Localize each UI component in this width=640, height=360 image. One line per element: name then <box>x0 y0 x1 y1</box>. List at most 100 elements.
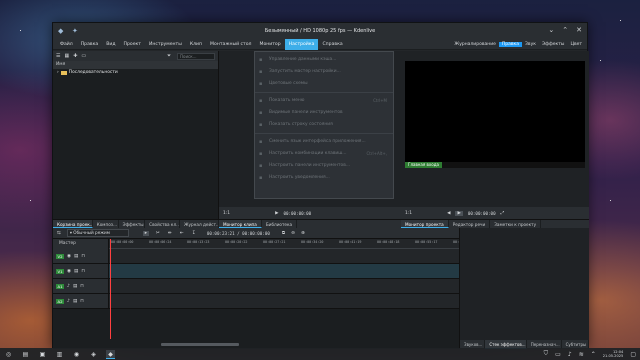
target-icon[interactable]: ▤ <box>73 284 77 289</box>
playhead[interactable] <box>110 239 111 339</box>
project-monitor-video[interactable] <box>405 61 585 162</box>
track-header[interactable]: A1 ♪ ▤ ⊓ <box>53 279 109 293</box>
tab-project-bin[interactable]: Корзина проек... <box>53 220 93 228</box>
mute-icon[interactable]: ♪ <box>67 284 70 289</box>
add-clip-icon[interactable]: ✚ <box>73 53 77 59</box>
settings-menu-item[interactable]: ▪ Запустить мастер настройки... <box>255 66 393 78</box>
tab-undo-history[interactable]: Журнал дейст... <box>180 220 219 228</box>
grid-icon[interactable]: ▦ <box>64 53 69 59</box>
snap-icon[interactable]: ⧉ <box>282 230 285 236</box>
timeline-scrollbar[interactable] <box>161 343 239 346</box>
menu-settings[interactable]: Настройка <box>284 38 319 50</box>
layout-editing[interactable]: Правка <box>498 42 523 47</box>
track-header[interactable]: A2 ♪ ▤ ⊓ <box>53 294 109 308</box>
play-icon[interactable]: ▶ <box>455 210 463 216</box>
menu-icon[interactable]: ⇆ <box>57 231 61 236</box>
settings-menu-item[interactable]: ▪ Настроить панели инструментов... <box>255 160 393 172</box>
mute-icon[interactable]: ♪ <box>67 299 70 304</box>
title-bar[interactable]: ◆ ✦ Безымянный / HD 1080p 25 fps — Kdenl… <box>53 23 587 39</box>
lock-icon[interactable]: ⊓ <box>81 269 85 274</box>
clip-timecode[interactable]: 00:00:00:00 <box>283 211 311 216</box>
track-header[interactable]: V2 ◉ ▤ ⊓ <box>53 249 109 263</box>
settings-menu-item[interactable]: ▪ Показать строку состояния <box>255 119 393 131</box>
target-icon[interactable]: ▤ <box>73 299 77 304</box>
menu-help[interactable]: Справка <box>318 39 346 50</box>
tab-speech-editor[interactable]: Редактор речи <box>449 220 491 228</box>
track-area[interactable] <box>109 294 459 308</box>
target-icon[interactable]: ▤ <box>74 254 78 259</box>
timeline-ruler[interactable]: 00:00:00:00 00:00:06:24 00:00:13:23 00:00:2… <box>109 239 475 339</box>
select-tool-icon[interactable]: ▸ <box>142 230 149 236</box>
track-area[interactable] <box>109 279 459 293</box>
pager-icon[interactable]: ▤ <box>21 350 30 359</box>
settings-menu-item[interactable]: ▪ Показать меню Ctrl+M <box>255 95 393 107</box>
layout-color[interactable]: Цвет <box>567 42 585 47</box>
track-name[interactable]: V1 <box>56 268 65 274</box>
tab-library[interactable]: Библиотека <box>262 220 298 228</box>
volume-icon[interactable]: ♪ <box>568 351 572 358</box>
browser-icon[interactable]: ◉ <box>72 350 81 359</box>
tab-project-monitor[interactable]: Монитор проекта <box>401 220 449 228</box>
zoom-select[interactable]: 1:1 <box>223 211 230 216</box>
layout-effects[interactable]: Эффекты <box>539 42 568 47</box>
store-icon[interactable]: ◈ <box>89 350 98 359</box>
show-desktop-icon[interactable]: ▢ <box>630 351 636 358</box>
project-timecode[interactable]: 00:00:00:00 <box>468 211 496 216</box>
tab-project-notes[interactable]: Заметки к проекту <box>490 220 542 228</box>
zoom-in-icon[interactable]: ⊕ <box>301 231 305 236</box>
play-icon[interactable]: ▶ <box>275 211 278 216</box>
insert-icon[interactable]: ↧ <box>191 231 197 236</box>
settings-menu-item[interactable]: ▪ Сменить язык интерфейса приложения... <box>255 136 393 148</box>
filter-icon[interactable]: ⏷ <box>167 53 171 59</box>
rewind-icon[interactable]: ◀ <box>447 211 450 216</box>
settings-menu-item[interactable]: ▪ Настроить уведомления... <box>255 172 393 184</box>
eye-icon[interactable]: ◉ <box>67 254 71 259</box>
network-icon[interactable]: ≋ <box>579 351 584 358</box>
menu-timeline[interactable]: Монтажный стол <box>206 39 255 50</box>
bin-search-input[interactable]: Поиск... <box>177 52 215 60</box>
close-icon[interactable]: ✕ <box>576 26 582 34</box>
spacer-tool-icon[interactable]: ⇹ <box>167 231 173 236</box>
tab-effects[interactable]: Эффекты <box>119 220 146 228</box>
maximize-icon[interactable]: ⌃ <box>562 26 568 34</box>
layout-logging[interactable]: Журналирование <box>451 42 499 47</box>
eye-icon[interactable]: ◉ <box>67 269 71 274</box>
clipboard-icon[interactable]: ▭ <box>555 351 561 358</box>
menu-view[interactable]: Вид <box>102 39 119 50</box>
layout-audio[interactable]: Звук <box>522 42 539 47</box>
settings-menu-item[interactable]: ▪ Управление данными кэша... <box>255 54 393 66</box>
bin-folder-sequences[interactable]: › Последовательности <box>53 69 218 77</box>
shield-icon[interactable]: ⛉ <box>544 350 549 358</box>
track-name[interactable]: A2 <box>56 298 65 304</box>
menu-file[interactable]: Файл <box>56 39 77 50</box>
lock-icon[interactable]: ⊓ <box>80 284 84 289</box>
settings-menu-item[interactable]: ▪ Настроить комбинации клавиш... Ctrl+Alt+… <box>255 148 393 160</box>
tab-clip-properties[interactable]: Свойства кл... <box>145 220 181 228</box>
zoom-out-icon[interactable]: ⊖ <box>291 231 295 236</box>
lock-icon[interactable]: ⊓ <box>81 254 85 259</box>
menu-edit[interactable]: Правка <box>77 39 102 50</box>
settings-menu-item[interactable]: ▪ Видимые панели инструментов <box>255 107 393 119</box>
tab-compositions[interactable]: Композ... <box>93 220 119 228</box>
menu-project[interactable]: Проект <box>120 39 145 50</box>
edit-mode-select[interactable]: ▾ Обычный режим <box>66 229 129 237</box>
track-name[interactable]: A1 <box>56 283 65 289</box>
tray-expand-icon[interactable]: ⌃ <box>591 351 596 358</box>
master-label[interactable]: Мастер <box>53 239 109 249</box>
menu-monitor[interactable]: Монитор <box>255 39 284 50</box>
target-icon[interactable]: ▤ <box>74 269 78 274</box>
menu-clip[interactable]: Клип <box>186 39 206 50</box>
lock-icon[interactable]: ⊓ <box>80 299 84 304</box>
ripple-tool-icon[interactable]: ⇤ <box>179 231 185 236</box>
zoom-select[interactable]: 1:1 <box>405 211 412 216</box>
track-header[interactable]: V1 ◉ ▤ ⊓ <box>53 264 109 278</box>
menu-tools[interactable]: Инструменты <box>145 39 186 50</box>
fullscreen-icon[interactable]: ⤢ <box>501 210 505 216</box>
tab-clip-monitor[interactable]: Монитор клипа <box>219 220 262 228</box>
clock[interactable]: 12:04 21.05.2025 <box>603 350 624 358</box>
folder-icon[interactable]: ▭ <box>81 53 86 59</box>
track-name[interactable]: V2 <box>56 253 65 259</box>
terminal-icon[interactable]: ▣ <box>38 350 47 359</box>
razor-tool-icon[interactable]: ✂ <box>155 231 161 236</box>
menu-icon[interactable]: ☰ <box>56 53 60 59</box>
